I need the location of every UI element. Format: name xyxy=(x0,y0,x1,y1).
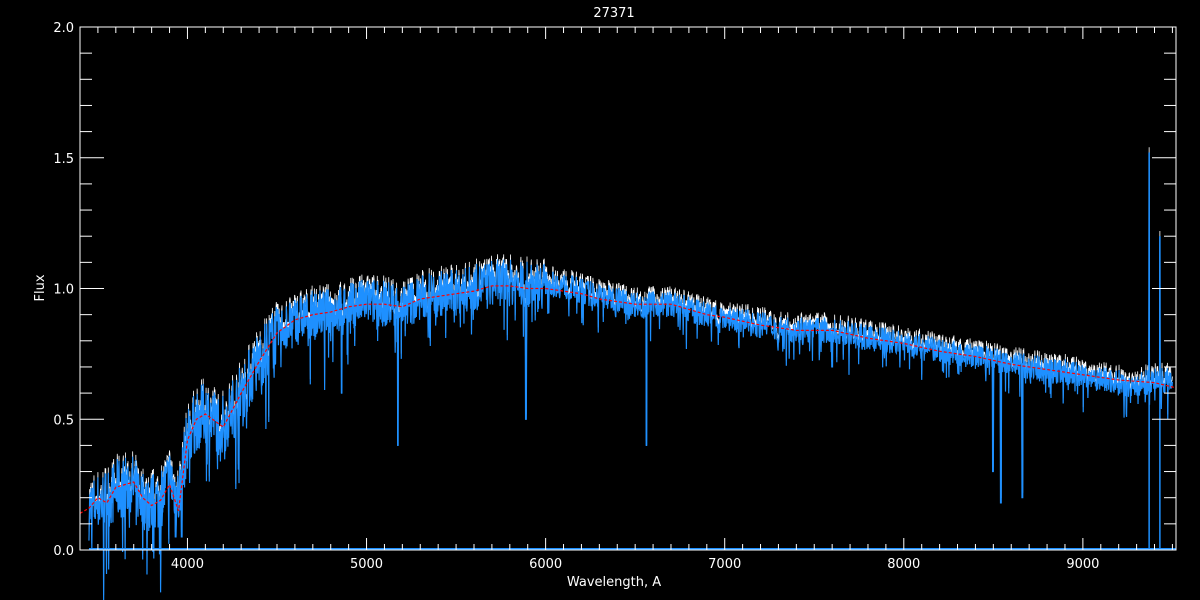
x-tick-label: 9000 xyxy=(1066,557,1099,572)
x-tick-label: 4000 xyxy=(171,557,204,572)
x-tick-label: 6000 xyxy=(529,557,562,572)
axes: 4000 5000 6000 7000 8000 9000 0.0 0.5 1.0 1.5 2.0 xyxy=(53,21,1176,572)
y-tick-label: 0.0 xyxy=(53,544,74,559)
y-tick-label: 0.5 xyxy=(53,413,74,428)
plot-area xyxy=(79,147,1177,600)
chart-title: 27371 xyxy=(593,6,634,21)
x-axis-label: Wavelength, A xyxy=(567,575,661,590)
spectrum-chart: 4000 5000 6000 7000 8000 90000.00.51.01.52.0 … xyxy=(33,6,1177,600)
x-tick-label: 8000 xyxy=(887,557,920,572)
x-tick-label: 5000 xyxy=(350,557,383,572)
y-axis-label: Flux xyxy=(33,274,48,301)
y-tick-label: 2.0 xyxy=(53,21,74,36)
plot-frame xyxy=(79,26,1177,551)
y-tick-label: 1.5 xyxy=(53,152,74,167)
x-tick-label: 7000 xyxy=(708,557,741,572)
y-tick-label: 1.0 xyxy=(53,283,74,298)
